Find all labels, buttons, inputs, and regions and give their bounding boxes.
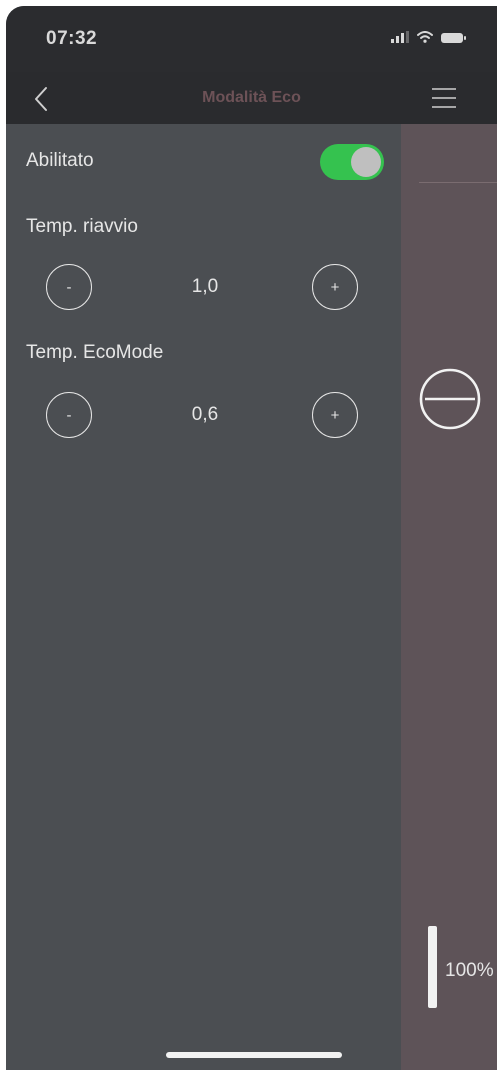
ecomode-temp-increment-button[interactable]: + [312,392,358,438]
restart-temp-increment-button[interactable]: + [312,264,358,310]
minus-circle-icon[interactable] [419,368,481,430]
toggle-knob [351,147,381,177]
status-icons [391,31,466,43]
wifi-icon [417,31,433,43]
hamburger-menu-icon[interactable] [431,86,457,110]
phone-screen: 07:32 Modalità Eco Abilitato Temp. riavv… [6,6,497,1070]
battery-icon [441,33,466,43]
divider [419,182,497,183]
level-bar [428,926,437,1008]
signal-icon [391,31,409,43]
level-text: 100% [445,960,494,981]
nav-bar: Modalità Eco [6,72,497,124]
ecomode-temp-label: Temp. EcoMode [26,342,164,363]
restart-temp-decrement-button[interactable]: - [46,264,92,310]
restart-temp-label: Temp. riavvio [26,216,138,237]
status-bar: 07:32 [6,6,497,72]
enabled-toggle[interactable] [320,144,384,180]
home-indicator[interactable] [166,1052,342,1058]
page-title: Modalità Eco [202,89,301,106]
status-time: 07:32 [46,28,98,49]
ecomode-temp-decrement-button[interactable]: - [46,392,92,438]
ecomode-temp-value: 0,6 [191,404,219,425]
preview-strip: 100% [401,124,497,1070]
settings-panel: Abilitato Temp. riavvio - 1,0 + Temp. Ec… [6,124,401,1070]
restart-temp-value: 1,0 [191,276,219,297]
enabled-label: Abilitato [26,150,94,171]
